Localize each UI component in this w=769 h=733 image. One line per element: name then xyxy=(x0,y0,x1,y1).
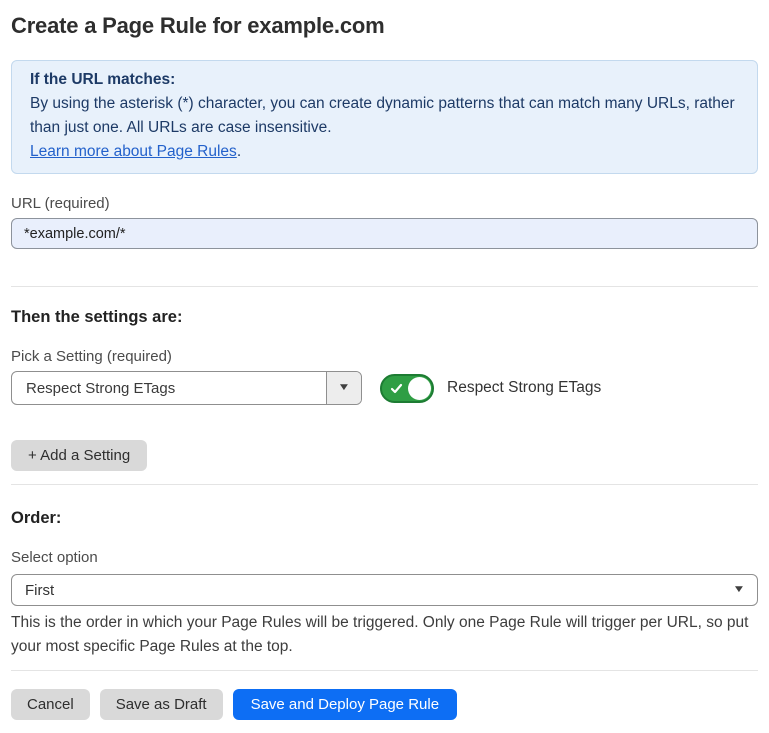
toggle-label: Respect Strong ETags xyxy=(447,379,601,397)
chevron-down-icon: ▼ xyxy=(732,585,745,595)
url-input[interactable] xyxy=(11,218,758,249)
order-section-heading: Order: xyxy=(11,509,758,528)
cancel-button[interactable]: Cancel xyxy=(11,689,90,720)
save-and-deploy-button[interactable]: Save and Deploy Page Rule xyxy=(233,689,457,720)
setting-select[interactable]: Respect Strong ETags ▼ xyxy=(11,371,362,405)
link-suffix: . xyxy=(237,143,241,160)
page-title: Create a Page Rule for example.com xyxy=(11,13,758,39)
order-help-text: This is the order in which your Page Rul… xyxy=(11,611,758,659)
order-select[interactable]: First ▼ xyxy=(11,574,758,606)
check-icon xyxy=(390,382,403,395)
divider xyxy=(11,670,758,671)
info-box-link-line: Learn more about Page Rules. xyxy=(30,140,739,164)
chevron-down-icon: ▼ xyxy=(337,383,350,393)
order-select-value: First xyxy=(25,582,54,599)
create-page-rule-form: Create a Page Rule for example.com If th… xyxy=(0,0,769,733)
divider xyxy=(11,286,758,287)
setting-select-value: Respect Strong ETags xyxy=(12,372,326,404)
url-match-info-box: If the URL matches: By using the asteris… xyxy=(11,60,758,174)
info-box-body: By using the asterisk (*) character, you… xyxy=(30,92,739,140)
toggle-knob xyxy=(408,377,431,400)
respect-strong-etags-toggle[interactable] xyxy=(380,374,434,403)
setting-row: Respect Strong ETags ▼ Respect Strong ET… xyxy=(11,371,758,405)
divider xyxy=(11,484,758,485)
info-box-heading: If the URL matches: xyxy=(30,68,739,92)
learn-more-link[interactable]: Learn more about Page Rules xyxy=(30,143,237,160)
form-actions: Cancel Save as Draft Save and Deploy Pag… xyxy=(11,689,758,720)
order-select-label: Select option xyxy=(11,549,758,566)
add-setting-button[interactable]: + Add a Setting xyxy=(11,440,147,471)
pick-setting-label: Pick a Setting (required) xyxy=(11,348,758,365)
setting-select-arrow-button[interactable]: ▼ xyxy=(326,372,361,404)
settings-section-heading: Then the settings are: xyxy=(11,308,758,327)
url-field-label: URL (required) xyxy=(11,195,758,212)
save-as-draft-button[interactable]: Save as Draft xyxy=(100,689,223,720)
